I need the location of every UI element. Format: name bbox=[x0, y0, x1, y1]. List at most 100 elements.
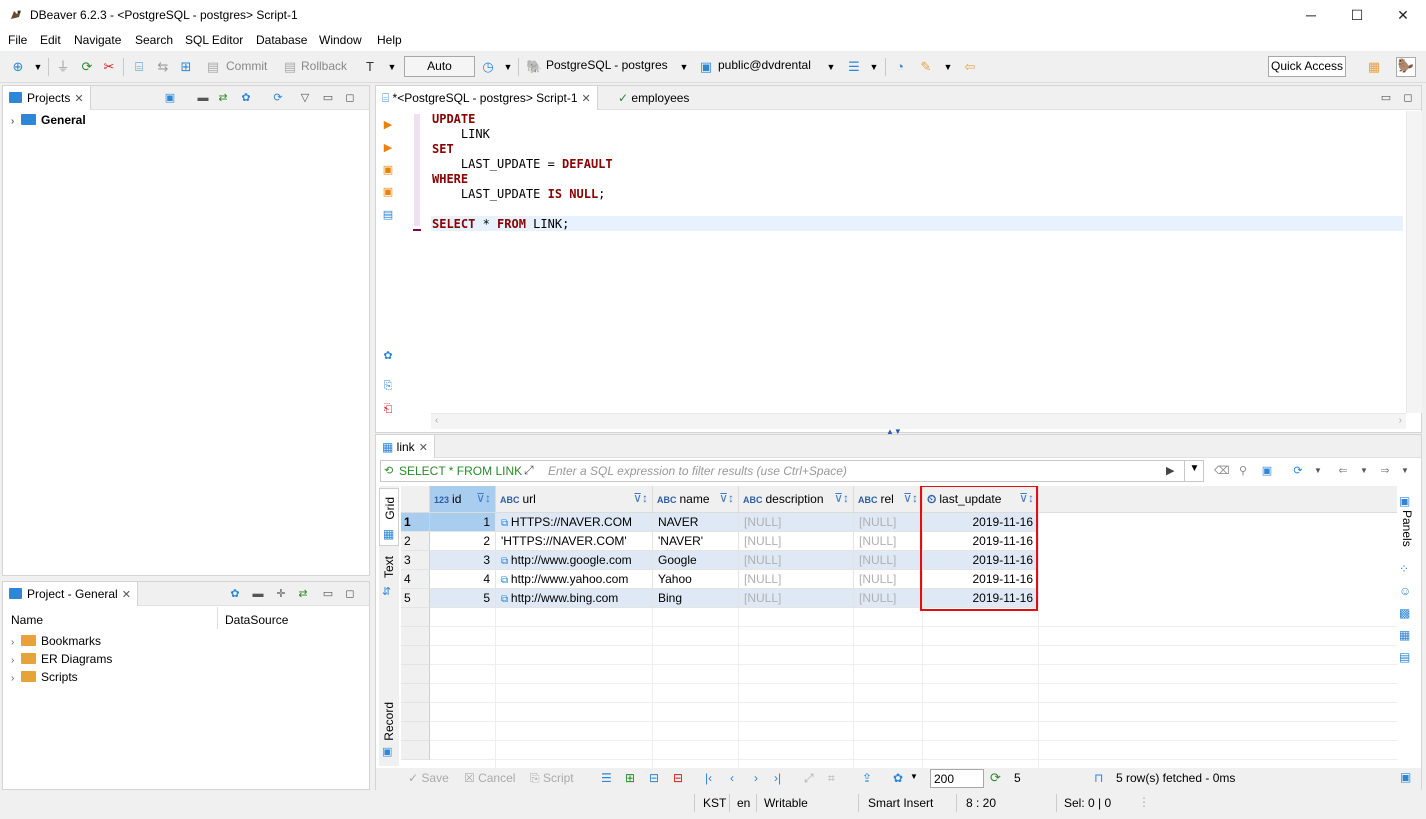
quick-access-field[interactable]: Quick Access bbox=[1268, 56, 1346, 77]
cell-url[interactable]: ⧉ http://www.bing.com bbox=[496, 589, 653, 608]
code-line[interactable]: WHERE bbox=[432, 172, 613, 187]
side-tab-text[interactable]: Text ⇵ bbox=[379, 552, 399, 602]
collapse-icon[interactable]: ▬ bbox=[251, 587, 265, 601]
close-icon[interactable]: ✕ bbox=[582, 93, 591, 105]
add-row-icon[interactable]: ⊞ bbox=[625, 771, 635, 785]
fetch-size-input[interactable]: 200 bbox=[930, 769, 984, 788]
active-query-label[interactable]: SELECT * FROM LINK bbox=[399, 464, 522, 478]
close-icon[interactable]: ✕ bbox=[122, 589, 131, 601]
side-tab-grid[interactable]: Grid ▦ bbox=[379, 488, 399, 546]
minimize-button[interactable]: ─ bbox=[1288, 0, 1334, 30]
cell-name[interactable]: Bing bbox=[653, 589, 739, 608]
column-header-id[interactable]: 123 id ⊽↕ bbox=[430, 486, 496, 513]
column-header-datasource[interactable]: DataSource bbox=[225, 613, 288, 627]
expand-icon[interactable]: › bbox=[11, 655, 21, 666]
column-header-name[interactable]: ABC name ⊽↕ bbox=[653, 486, 739, 513]
grouping-icon[interactable]: ▤ bbox=[1399, 650, 1410, 664]
row-number[interactable]: 5 bbox=[401, 589, 430, 608]
column-header-url[interactable]: ABC url ⊽↕ bbox=[496, 486, 653, 513]
filter-settings-icon[interactable]: ⚲ bbox=[1236, 464, 1250, 478]
horizontal-scrollbar[interactable]: ‹ › bbox=[431, 413, 1406, 429]
apply-filter-icon[interactable]: ▶ bbox=[1166, 464, 1174, 477]
execute-statement-new-tab-icon[interactable]: ▶ bbox=[381, 141, 395, 155]
results-settings-icon[interactable]: ✿ bbox=[893, 771, 903, 785]
row-number[interactable]: 4 bbox=[401, 570, 430, 589]
menu-search[interactable]: Search bbox=[135, 33, 173, 47]
expand-icon[interactable]: › bbox=[11, 637, 21, 648]
transaction-type-icon[interactable]: T bbox=[362, 59, 378, 75]
navigate-back-icon[interactable]: ⇦ bbox=[962, 59, 978, 75]
delete-row-icon[interactable]: ⊟ bbox=[673, 771, 683, 785]
code-line[interactable] bbox=[432, 202, 613, 217]
cancel-results-button[interactable]: ☒ Cancel bbox=[464, 771, 515, 785]
code-line[interactable]: LINK bbox=[432, 127, 613, 142]
tab-projects[interactable]: Projects ✕ bbox=[3, 86, 91, 110]
metadata-icon[interactable]: ▩ bbox=[1399, 606, 1410, 620]
dropdown-arrow-icon[interactable]: ▼ bbox=[1311, 464, 1325, 478]
code-line[interactable]: LAST_UPDATE IS NULL; bbox=[432, 187, 613, 202]
menu-database[interactable]: Database bbox=[256, 33, 307, 47]
row-number[interactable]: 1 bbox=[401, 513, 430, 532]
active-connection-selector[interactable]: PostgreSQL - postgres bbox=[546, 58, 668, 72]
cell-description[interactable]: [NULL] bbox=[739, 589, 854, 608]
tab-script-1[interactable]: ⌸ *<PostgreSQL - postgres> Script-1 ✕ bbox=[376, 86, 598, 110]
code-line[interactable]: SELECT * FROM LINK; bbox=[432, 217, 613, 232]
column-header-rel[interactable]: ABC rel ⊽↕ bbox=[854, 486, 923, 513]
first-page-icon[interactable]: |‹ bbox=[705, 771, 712, 785]
tree-item-er-diagrams[interactable]: › ER Diagrams bbox=[11, 652, 112, 666]
transaction-mode-icon[interactable]: ⌸ bbox=[131, 59, 147, 75]
panels-icon[interactable]: ▣ bbox=[1399, 494, 1410, 508]
column-filter-icon[interactable]: ⊽↕ bbox=[476, 491, 491, 505]
menu-help[interactable]: Help bbox=[377, 33, 402, 47]
execute-script-icon[interactable]: ▣ bbox=[381, 163, 395, 177]
link-icon[interactable]: ⧉ bbox=[501, 518, 511, 529]
reconnect-icon[interactable]: ⟳ bbox=[79, 59, 95, 75]
settings-icon[interactable]: ✿ bbox=[381, 349, 395, 363]
minimize-icon[interactable]: ▭ bbox=[321, 91, 335, 105]
close-icon[interactable]: ✕ bbox=[74, 93, 83, 105]
pending-transactions-icon[interactable]: ⊞ bbox=[178, 59, 194, 75]
column-filter-icon[interactable]: ⊽↕ bbox=[834, 491, 849, 505]
dropdown-arrow-icon[interactable]: ▼ bbox=[940, 59, 956, 75]
menu-sql-editor[interactable]: SQL Editor bbox=[185, 33, 243, 47]
cell-name[interactable]: 'NAVER' bbox=[653, 532, 739, 551]
cell-description[interactable]: [NULL] bbox=[739, 513, 854, 532]
perspective-open-icon[interactable]: ▦ bbox=[1366, 59, 1382, 75]
commit-button[interactable]: Commit bbox=[226, 59, 267, 73]
cell-rel[interactable]: [NULL] bbox=[854, 589, 923, 608]
column-header-name[interactable]: Name bbox=[11, 613, 43, 627]
column-filter-icon[interactable]: ⊽↕ bbox=[903, 491, 918, 505]
cell-url[interactable]: ⧉ http://www.google.com bbox=[496, 551, 653, 570]
cell-id[interactable]: 4 bbox=[430, 570, 496, 589]
expand-filter-icon[interactable]: ⤢ bbox=[524, 463, 534, 478]
maximize-icon[interactable]: ◻ bbox=[343, 587, 357, 601]
fetch-next-icon[interactable]: ⤢ bbox=[804, 771, 814, 786]
column-filter-icon[interactable]: ⊽↕ bbox=[633, 491, 648, 505]
commit-icon[interactable]: ▤ bbox=[205, 59, 221, 75]
cell-url[interactable]: 'HTTPS://NAVER.COM' bbox=[496, 532, 653, 551]
dropdown-arrow-icon[interactable]: ▼ bbox=[384, 59, 400, 75]
link-editor-icon[interactable]: ⇄ bbox=[296, 587, 310, 601]
menu-navigate[interactable]: Navigate bbox=[74, 33, 121, 47]
sql-code-area[interactable]: UPDATE LINK SET LAST_UPDATE = DEFAULT WHER… bbox=[432, 112, 613, 232]
dropdown-arrow-icon[interactable]: ▼ bbox=[866, 59, 882, 75]
cell-rel[interactable]: [NULL] bbox=[854, 551, 923, 570]
link-editor-icon[interactable]: ⇄ bbox=[216, 91, 230, 105]
save-filter-icon[interactable]: ▣ bbox=[1260, 464, 1274, 478]
dropdown-arrow-icon[interactable]: ▼ bbox=[500, 59, 516, 75]
history-forward-icon[interactable]: ⇒ bbox=[1378, 464, 1392, 478]
value-viewer-icon[interactable]: ☺ bbox=[1399, 584, 1411, 598]
format-icon[interactable]: ☰ bbox=[846, 59, 862, 75]
cell-name[interactable]: Yahoo bbox=[653, 570, 739, 589]
history-icon[interactable]: ◷ bbox=[480, 59, 496, 75]
disconnect-icon[interactable]: ✂ bbox=[101, 59, 117, 75]
collapse-all-icon[interactable]: ▬ bbox=[196, 91, 210, 105]
tab-employees[interactable]: ✓ employees bbox=[612, 86, 695, 110]
row-number[interactable]: 3 bbox=[401, 551, 430, 570]
save-results-button[interactable]: ✓ Save bbox=[408, 771, 449, 785]
maximize-button[interactable]: ☐ bbox=[1334, 0, 1380, 30]
code-line[interactable]: LAST_UPDATE = DEFAULT bbox=[432, 157, 613, 172]
maximize-icon[interactable]: ◻ bbox=[343, 91, 357, 105]
rollback-button[interactable]: Rollback bbox=[301, 59, 347, 73]
filter-history-dropdown-icon[interactable]: ▼ bbox=[1184, 460, 1204, 482]
